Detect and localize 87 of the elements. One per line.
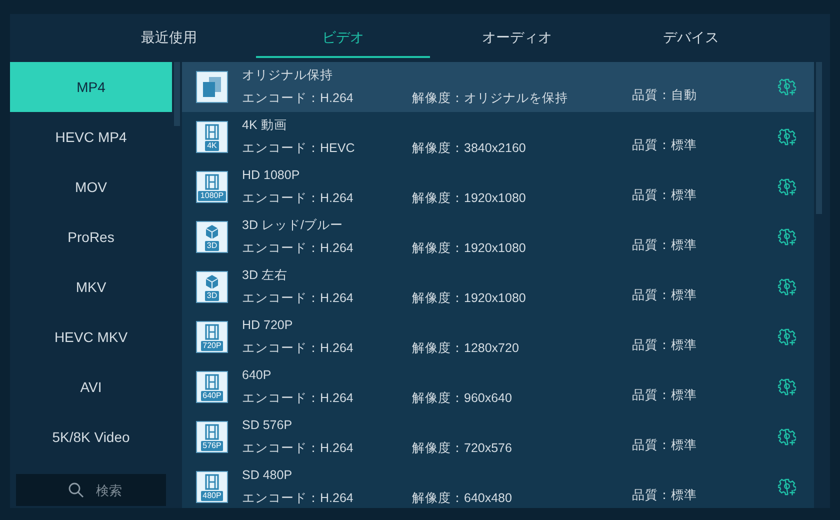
encoder-text: エンコード：H.264 [242,440,354,457]
encoder-text: エンコード：H.264 [242,190,354,207]
resolution-text: 解像度：1920x1080 [412,240,527,257]
search-field[interactable]: 検索 [16,474,166,506]
film-icon [205,374,219,390]
tab[interactable]: 最近使用 [82,18,256,58]
preset-row[interactable]: 480P SD 480P エンコード：H.264 解像度：640x480 品質：標準 [182,462,814,512]
preset-row[interactable]: オリジナル保持 エンコード：H.264 解像度：オリジナルを保持 品質：自動 [182,62,814,112]
encoder-text: エンコード：H.264 [242,90,354,107]
settings-icon[interactable] [778,228,796,246]
settings-icon[interactable] [778,128,796,146]
film-icon [205,124,219,140]
encoder-text: エンコード：H.264 [242,490,354,507]
format-item[interactable]: HEVC MP4 [10,112,172,162]
tab[interactable]: ビデオ [256,18,430,58]
scrollbar[interactable] [174,62,180,126]
encoder-text: エンコード：H.264 [242,290,354,307]
search-icon [68,482,84,498]
preset-row[interactable]: 720P HD 720P エンコード：H.264 解像度：1280x720 品質：標準 [182,312,814,362]
preset-name: SD 576P [242,417,294,434]
encoder-text: エンコード：H.264 [242,390,354,407]
quality-text: 品質：標準 [632,437,698,454]
format-badge: 640P [200,390,224,400]
resolution-text: 解像度：1280x720 [412,340,520,357]
cube-icon [205,274,219,290]
format-item[interactable]: 5K/8K Video [10,412,172,462]
preset-row[interactable]: 3D 3D 左右 エンコード：H.264 解像度：1920x1080 品質：標準 [182,262,814,312]
settings-icon[interactable] [778,378,796,396]
encoder-text: エンコード：H.264 [242,340,354,357]
preset-name: 3D レッド/ブルー [242,217,344,234]
format-badge: 576P [200,440,224,450]
preset-name: HD 720P [242,317,294,334]
quality-text: 品質：標準 [632,337,698,354]
settings-icon[interactable] [778,328,796,346]
encoder-text: エンコード：H.264 [242,240,354,257]
settings-icon[interactable] [778,78,796,96]
preset-name: 640P [242,367,272,384]
preset-name: オリジナル保持 [242,67,334,84]
quality-text: 品質：標準 [632,487,698,504]
preset-name: HD 1080P [242,167,301,184]
format-badge: 480P [200,490,224,500]
settings-icon[interactable] [778,428,796,446]
format-item[interactable]: MKV [10,262,172,312]
resolution-text: 解像度：720x576 [412,440,513,457]
resolution-text: 解像度：3840x2160 [412,140,527,157]
quality-text: 品質：自動 [632,87,698,104]
settings-icon[interactable] [778,278,796,296]
preset-name: 3D 左右 [242,267,288,284]
format-item[interactable]: AVI [10,362,172,412]
resolution-text: 解像度：1920x1080 [412,290,527,307]
quality-text: 品質：標準 [632,387,698,404]
preset-name: 4K 動画 [242,117,288,134]
format-item[interactable]: HEVC MKV [10,312,172,362]
tab[interactable]: デバイス [604,18,778,58]
quality-text: 品質：標準 [632,137,698,154]
encoder-text: エンコード：HEVC [242,140,356,157]
preset-row[interactable]: 4K 4K 動画 エンコード：HEVC 解像度：3840x2160 品質：標準 [182,112,814,162]
resolution-text: 解像度：オリジナルを保持 [412,90,569,107]
film-icon [205,424,219,440]
format-badge: 3D [204,240,220,250]
quality-text: 品質：標準 [632,187,698,204]
film-icon [205,474,219,490]
preset-row[interactable]: 3D 3D レッド/ブルー エンコード：H.264 解像度：1920x1080 品質：標準 [182,212,814,262]
cube-icon [205,224,219,240]
resolution-text: 解像度：1920x1080 [412,190,527,207]
copy-icon [202,76,222,98]
quality-text: 品質：標準 [632,287,698,304]
format-badge: 4K [205,140,219,150]
scrollbar[interactable] [816,62,822,214]
resolution-text: 解像度：960x640 [412,390,513,407]
settings-icon[interactable] [778,478,796,496]
preset-row[interactable]: 1080P HD 1080P エンコード：H.264 解像度：1920x1080 品質：標準 [182,162,814,212]
settings-icon[interactable] [778,178,796,196]
quality-text: 品質：標準 [632,237,698,254]
film-icon [205,324,219,340]
format-badge: 1080P [198,190,226,200]
preset-name: SD 480P [242,467,294,484]
preset-row[interactable]: 640P 640P エンコード：H.264 解像度：960x640 品質：標準 [182,362,814,412]
format-item[interactable]: MOV [10,162,172,212]
resolution-text: 解像度：640x480 [412,490,513,507]
format-badge: 720P [200,340,224,350]
preset-row[interactable]: 576P SD 576P エンコード：H.264 解像度：720x576 品質：標準 [182,412,814,462]
format-item[interactable]: ProRes [10,212,172,262]
format-item[interactable]: MP4 [10,62,172,112]
format-badge: 3D [204,290,220,300]
tab[interactable]: オーディオ [430,18,604,58]
film-icon [205,174,219,190]
